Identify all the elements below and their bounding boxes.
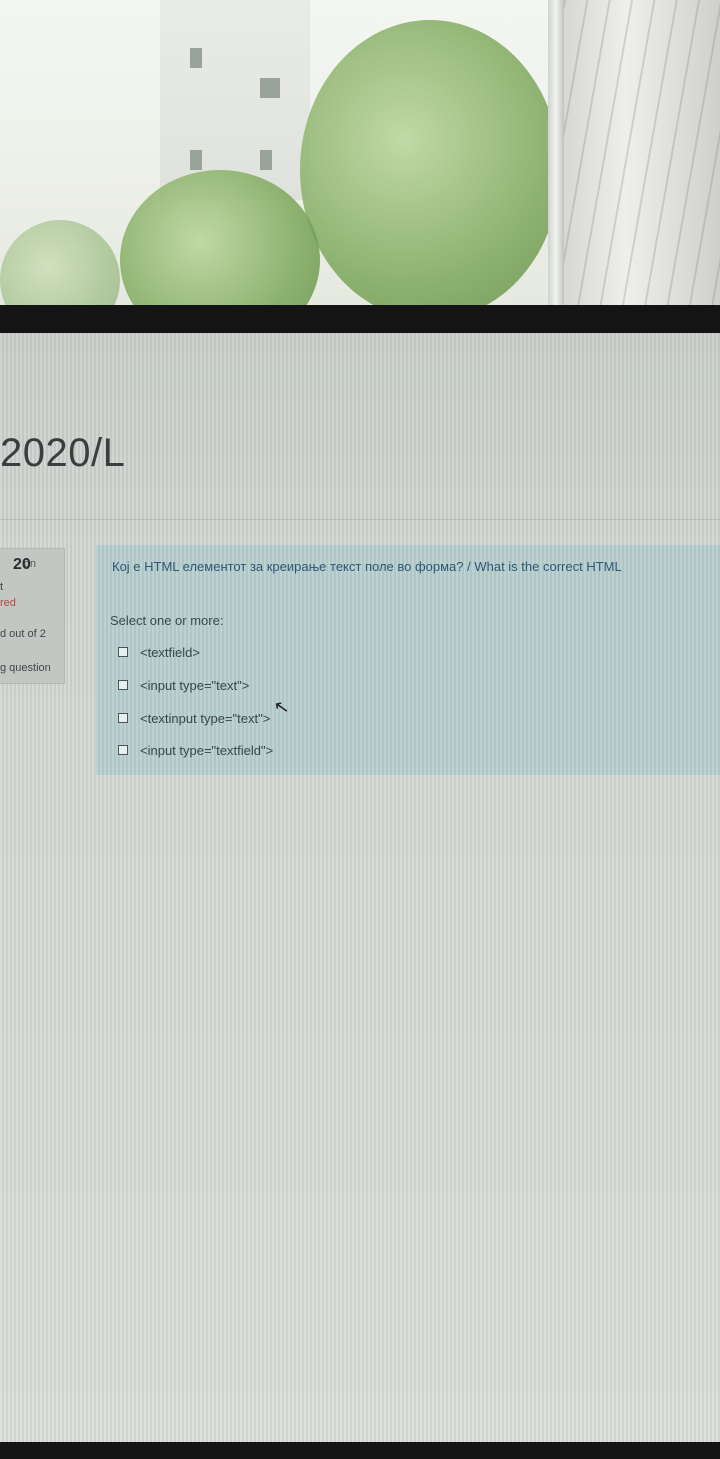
- background-window-scene: [0, 0, 720, 305]
- answer-option[interactable]: <input type="textfield">: [118, 741, 273, 759]
- checkbox[interactable]: [118, 713, 128, 723]
- answer-option[interactable]: <input type="text">: [118, 676, 249, 694]
- question-number: 20: [13, 556, 31, 573]
- flag-question-link[interactable]: g question: [0, 662, 51, 674]
- answer-option-label: <input type="textfield">: [140, 742, 274, 758]
- answer-prompt: Select one or more:: [110, 613, 224, 628]
- answer-option-label: <input type="text">: [140, 677, 250, 693]
- question-mark: d out of 2: [0, 628, 46, 640]
- question-content: Кој е HTML елементот за креирање текст п…: [96, 545, 720, 775]
- checkbox[interactable]: [118, 647, 128, 657]
- answer-option-label: <textinput type="text">: [140, 710, 271, 726]
- tree-foliage: [0, 220, 120, 305]
- question-state: red: [0, 597, 16, 609]
- checkbox[interactable]: [118, 680, 128, 690]
- curtain: [564, 0, 720, 305]
- mouse-cursor-icon: ↖: [272, 695, 291, 720]
- monitor-bezel-top: [0, 305, 720, 333]
- header-divider: [0, 519, 720, 520]
- background-building: [160, 0, 310, 200]
- monitor-screen: 2020/L on 20 t red d out of 2 g question…: [0, 333, 720, 1442]
- course-title: 2020/L: [0, 431, 126, 475]
- tree-foliage: [300, 20, 560, 305]
- checkbox[interactable]: [118, 745, 128, 755]
- question-info-panel: on 20 t red d out of 2 g question: [0, 548, 65, 684]
- answer-option[interactable]: <textfield>: [118, 643, 200, 661]
- window-frame: [548, 0, 564, 305]
- monitor-bezel-bottom: [0, 1442, 720, 1459]
- question-text: Кој е HTML елементот за креирање текст п…: [112, 559, 622, 574]
- answer-option-label: <textfield>: [140, 644, 200, 660]
- answer-option[interactable]: <textinput type="text">: [118, 709, 270, 727]
- question-status-line: t: [0, 581, 4, 593]
